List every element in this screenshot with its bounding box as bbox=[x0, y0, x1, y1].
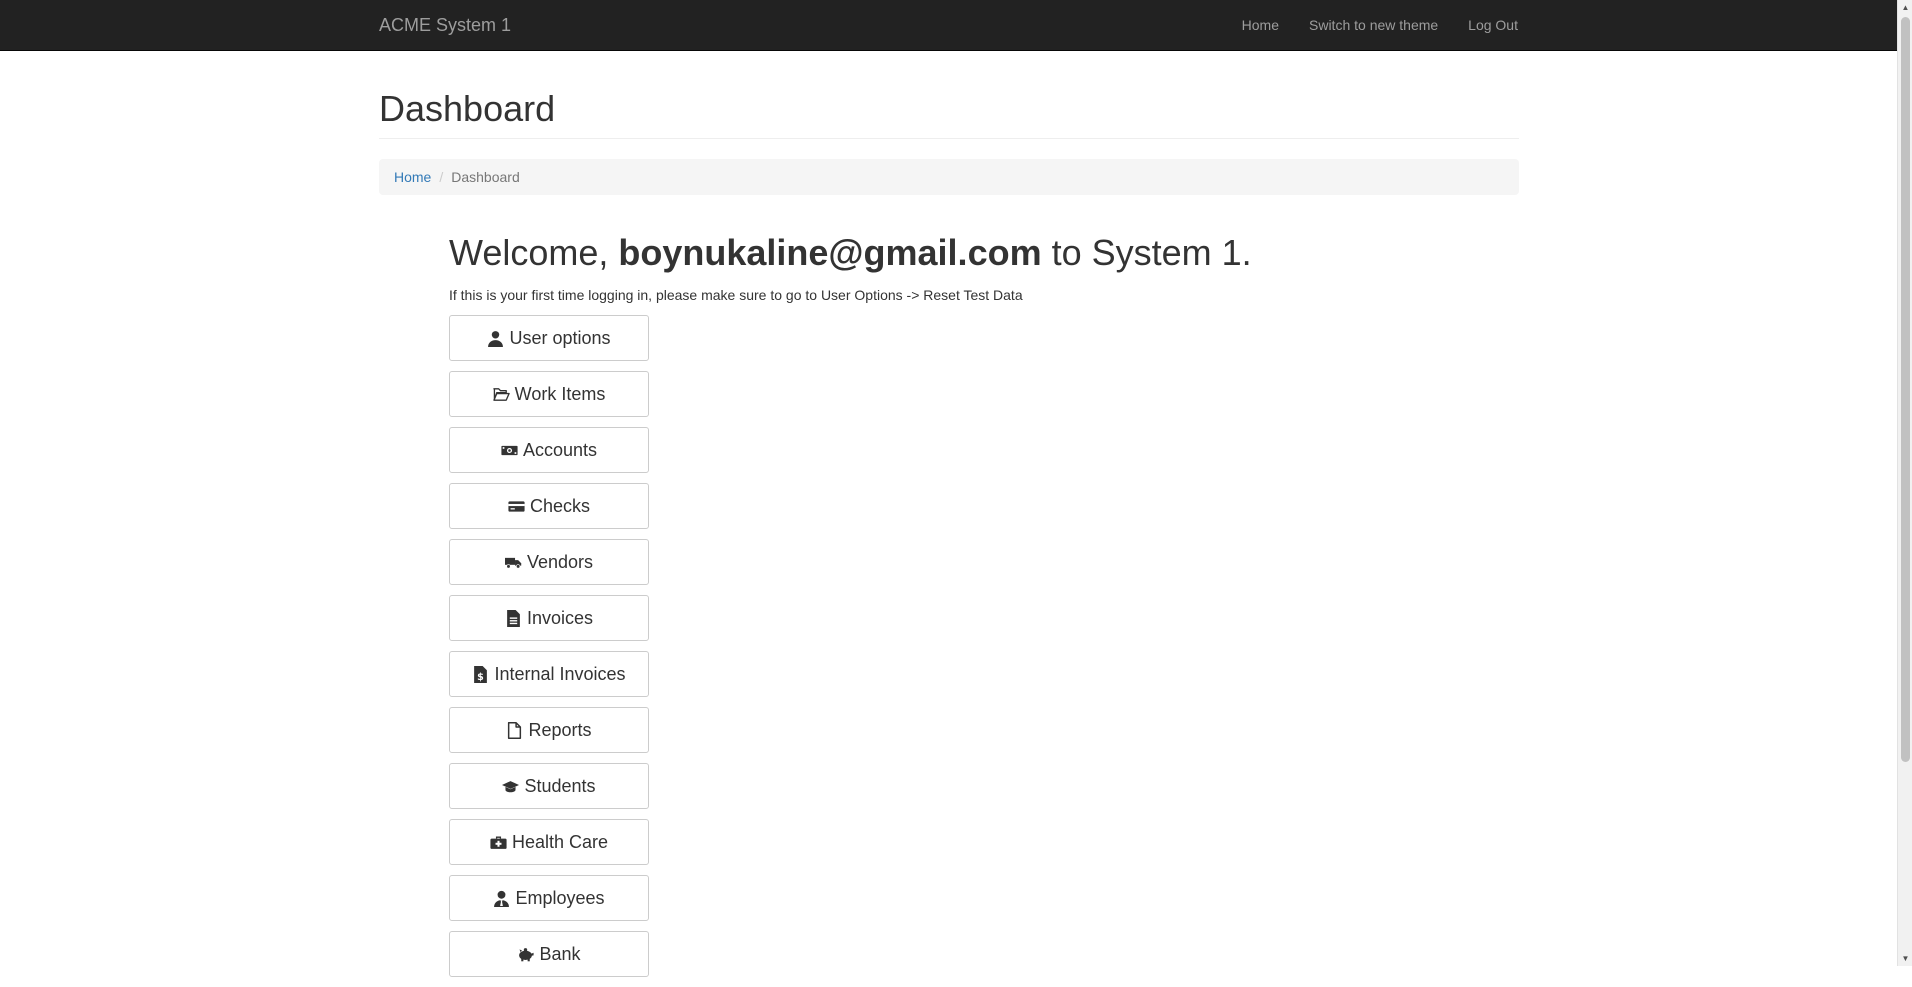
breadcrumb-current: Dashboard bbox=[451, 169, 520, 185]
menu-button-label: User options bbox=[509, 327, 611, 348]
bank-button[interactable]: Bank bbox=[449, 931, 649, 977]
page-header: Dashboard bbox=[379, 89, 1519, 139]
piggy-bank-icon bbox=[519, 947, 535, 961]
money-bill-icon bbox=[501, 445, 518, 455]
breadcrumb-separator: / bbox=[439, 169, 444, 185]
main-container: Dashboard Home / Dashboard Welcome, boyn… bbox=[379, 51, 1519, 987]
file-invoice-dollar-icon: $ bbox=[474, 665, 488, 683]
accounts-button[interactable]: Accounts bbox=[449, 427, 649, 473]
menu-button-label: Checks bbox=[529, 495, 591, 516]
scroll-thumb[interactable] bbox=[1901, 17, 1910, 762]
menu-button-label: Students bbox=[524, 775, 596, 796]
file-text-icon bbox=[507, 609, 520, 627]
folder-open-icon bbox=[492, 387, 510, 401]
user-icon bbox=[488, 330, 504, 347]
menu-button-label: Vendors bbox=[526, 551, 594, 572]
menu-button-label: Accounts bbox=[522, 439, 598, 460]
nav-home-link[interactable]: Home bbox=[1242, 15, 1279, 35]
vendors-button[interactable]: Vendors bbox=[449, 539, 649, 585]
page-scrollbar[interactable]: ▲ ▼ bbox=[1897, 0, 1912, 966]
credit-card-icon bbox=[508, 500, 525, 512]
checks-button[interactable]: Checks bbox=[449, 483, 649, 529]
welcome-email: boynukaline@gmail.com bbox=[618, 232, 1042, 273]
reports-button[interactable]: Reports bbox=[449, 707, 649, 753]
brand-link[interactable]: ACME System 1 bbox=[379, 15, 511, 35]
health-care-button[interactable]: Health Care bbox=[449, 819, 649, 865]
invoices-button[interactable]: Invoices bbox=[449, 595, 649, 641]
nav-links: Home Switch to new theme Log Out bbox=[1212, 0, 1518, 50]
menu-button-label: Bank bbox=[539, 943, 581, 964]
scroll-up-arrow-icon[interactable]: ▲ bbox=[1898, 0, 1912, 15]
first-login-notice: If this is your first time logging in, p… bbox=[449, 287, 1023, 303]
welcome-heading: Welcome, boynukaline@gmail.com to System… bbox=[449, 233, 1519, 273]
top-navbar: ACME System 1 Home Switch to new theme L… bbox=[0, 0, 1897, 51]
welcome-prefix: Welcome, bbox=[449, 232, 619, 273]
breadcrumb-home-link[interactable]: Home bbox=[394, 169, 431, 185]
user-options-button[interactable]: User options bbox=[449, 315, 649, 361]
internal-invoices-button[interactable]: $ Internal Invoices bbox=[449, 651, 649, 697]
graduation-cap-icon bbox=[502, 780, 520, 792]
breadcrumb: Home / Dashboard bbox=[379, 159, 1519, 195]
menu-button-label: Internal Invoices bbox=[494, 663, 626, 684]
work-items-button[interactable]: Work Items bbox=[449, 371, 649, 417]
menu-button-label: Reports bbox=[528, 719, 592, 740]
menu-button-label: Health Care bbox=[511, 831, 609, 852]
menu-button-list: User options Work Items Accounts Checks … bbox=[449, 315, 1519, 977]
nav-logout-link[interactable]: Log Out bbox=[1468, 15, 1518, 35]
truck-icon bbox=[504, 557, 522, 568]
menu-button-label: Work Items bbox=[514, 383, 606, 404]
medkit-icon bbox=[490, 836, 507, 849]
file-icon bbox=[508, 721, 522, 739]
welcome-suffix: to System 1. bbox=[1041, 232, 1252, 273]
menu-button-label: Employees bbox=[515, 887, 605, 908]
scroll-down-arrow-icon[interactable]: ▼ bbox=[1898, 951, 1912, 966]
menu-button-label: Invoices bbox=[526, 607, 594, 628]
dashboard-content: Welcome, boynukaline@gmail.com to System… bbox=[449, 233, 1519, 977]
employees-button[interactable]: Employees bbox=[449, 875, 649, 921]
page-title: Dashboard bbox=[379, 88, 556, 129]
nav-switch-theme-link[interactable]: Switch to new theme bbox=[1309, 15, 1438, 35]
user-tie-icon bbox=[494, 890, 510, 907]
students-button[interactable]: Students bbox=[449, 763, 649, 809]
svg-text:$: $ bbox=[478, 671, 485, 682]
